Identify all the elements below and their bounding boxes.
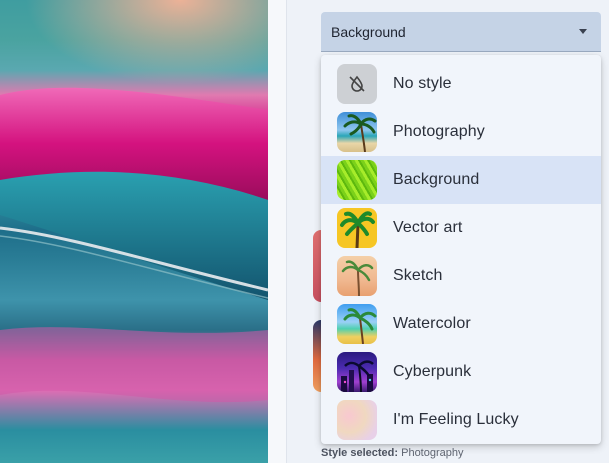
sketch-thumbnail [337,256,377,296]
panel-divider [286,0,287,463]
background-thumbnail [337,160,377,200]
canvas-gutter [268,0,286,463]
no-style-icon [337,64,377,104]
cyberpunk-thumbnail [337,352,377,392]
style-option-watercolor[interactable]: Watercolor [321,300,601,348]
style-select-value: Background [331,23,406,40]
style-option-photography[interactable]: Photography [321,108,601,156]
style-option-label: Watercolor [393,315,471,332]
style-option-background[interactable]: Background [321,156,601,204]
watercolor-thumbnail [337,304,377,344]
style-selected-value: Photography [401,447,464,459]
style-selected-label: Style selected: [321,447,399,459]
style-selected-status: Style selected: Photography [321,447,464,459]
photography-thumbnail [337,112,377,152]
style-option-no-style[interactable]: No style [321,60,601,108]
style-option-label: No style [393,75,452,92]
style-option-label: Background [393,171,480,188]
style-option-cyberpunk[interactable]: Cyberpunk [321,348,601,396]
wave-artwork [0,87,268,403]
vector-art-thumbnail [337,208,377,248]
style-option-vector-art[interactable]: Vector art [321,204,601,252]
style-option-feeling-lucky[interactable]: I'm Feeling Lucky [321,396,601,444]
feeling-lucky-thumbnail [337,400,377,440]
style-option-label: Sketch [393,267,443,284]
style-option-label: Vector art [393,219,463,236]
style-option-label: Photography [393,123,485,140]
style-option-label: I'm Feeling Lucky [393,411,519,428]
style-dropdown-menu: No style Photography Background Vector a… [321,55,601,444]
dropdown-arrow-icon[interactable] [579,29,587,34]
style-option-sketch[interactable]: Sketch [321,252,601,300]
generated-image-canvas [0,0,268,463]
style-option-label: Cyberpunk [393,363,472,380]
style-select[interactable]: Background [321,12,601,52]
